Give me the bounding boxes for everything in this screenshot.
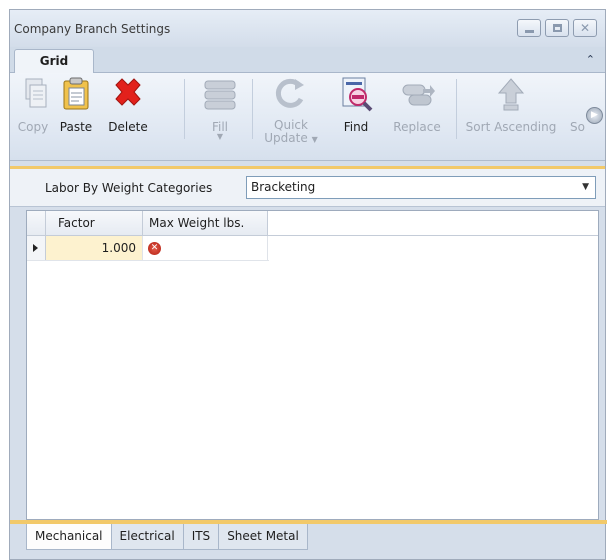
delete-button[interactable]: Delete (102, 75, 154, 139)
maximize-icon (552, 24, 562, 32)
ribbon-tab-bar: Grid ⌃ (10, 47, 605, 74)
window-title: Company Branch Settings (14, 21, 171, 36)
tab-its[interactable]: ITS (182, 524, 220, 550)
paste-icon (56, 75, 96, 115)
replace-icon (397, 75, 437, 115)
find-label: Find (343, 120, 369, 134)
ribbon-separator (184, 79, 185, 139)
quick-update-icon (271, 75, 311, 115)
sort-descending-button[interactable]: So (570, 75, 590, 139)
find-icon (336, 75, 376, 115)
delete-icon (108, 75, 148, 115)
quick-update-dropdown-icon: ▼ (311, 135, 318, 144)
window-controls: ✕ (517, 19, 597, 37)
filter-row: Labor By Weight Categories Bracketing ▼ (10, 169, 605, 207)
ribbon-accent-strip (10, 161, 605, 169)
error-icon: ✕ (148, 242, 161, 255)
minimize-icon (524, 29, 534, 33)
column-header-factor[interactable]: Factor (46, 211, 143, 235)
current-row-arrow-icon (33, 244, 38, 252)
quick-update-label-2: Update (264, 131, 308, 145)
fill-dropdown-icon: ▼ (216, 132, 224, 141)
find-button[interactable]: Find (336, 75, 376, 139)
sort-descending-label: So (570, 120, 585, 134)
close-icon: ✕ (579, 21, 591, 35)
tab-sheet-metal[interactable]: Sheet Metal (218, 524, 308, 550)
fill-button[interactable]: Fill ▼ (198, 75, 242, 141)
replace-button[interactable]: Replace (386, 75, 448, 139)
factor-cell[interactable]: 1.000 (46, 236, 143, 260)
ribbon-separator (456, 79, 457, 139)
sort-ascending-icon (491, 75, 531, 115)
ribbon-collapse-icon[interactable]: ⌃ (586, 53, 595, 66)
column-header-max-weight[interactable]: Max Weight lbs. (143, 211, 268, 235)
sort-ascending-button[interactable]: Sort Ascending (462, 75, 560, 139)
ribbon: Copy Paste Delete Fill ▼ Quick Update ▼ … (10, 73, 605, 161)
fill-icon (200, 75, 240, 115)
ribbon-scroll-right-icon[interactable]: ▶ (586, 107, 603, 124)
copy-button[interactable]: Copy (14, 75, 52, 139)
data-grid[interactable]: Factor Max Weight lbs. 1.000 ✕ (26, 210, 599, 520)
grid-header: Factor Max Weight lbs. (27, 211, 598, 236)
copy-icon (14, 75, 54, 115)
close-button[interactable]: ✕ (573, 19, 597, 37)
delete-label: Delete (108, 120, 148, 134)
copy-label: Copy (17, 120, 49, 134)
row-indicator-header (27, 211, 46, 235)
title-bar: Company Branch Settings ✕ (10, 10, 605, 47)
quick-update-button[interactable]: Quick Update ▼ (262, 75, 320, 145)
ribbon-separator (252, 79, 253, 139)
sort-ascending-label: Sort Ascending (465, 120, 557, 134)
minimize-button[interactable] (517, 19, 541, 37)
bottom-tab-bar: Mechanical Electrical ITS Sheet Metal (26, 524, 308, 551)
category-select[interactable]: Bracketing ▼ (246, 176, 596, 199)
category-label: Labor By Weight Categories (45, 181, 213, 195)
paste-button[interactable]: Paste (52, 75, 100, 139)
tab-mechanical[interactable]: Mechanical (26, 524, 112, 550)
paste-label: Paste (59, 120, 93, 134)
table-row[interactable]: 1.000 ✕ (27, 236, 269, 261)
settings-window: Company Branch Settings ✕ Grid ⌃ Copy Pa… (9, 9, 607, 560)
chevron-down-icon[interactable]: ▼ (582, 177, 589, 198)
maximize-button[interactable] (545, 19, 569, 37)
category-select-value: Bracketing (251, 180, 316, 194)
max-weight-cell[interactable]: ✕ (143, 236, 268, 260)
replace-label: Replace (393, 120, 441, 134)
tab-electrical[interactable]: Electrical (110, 524, 184, 550)
tab-grid[interactable]: Grid (14, 49, 94, 74)
row-indicator[interactable] (27, 236, 46, 260)
